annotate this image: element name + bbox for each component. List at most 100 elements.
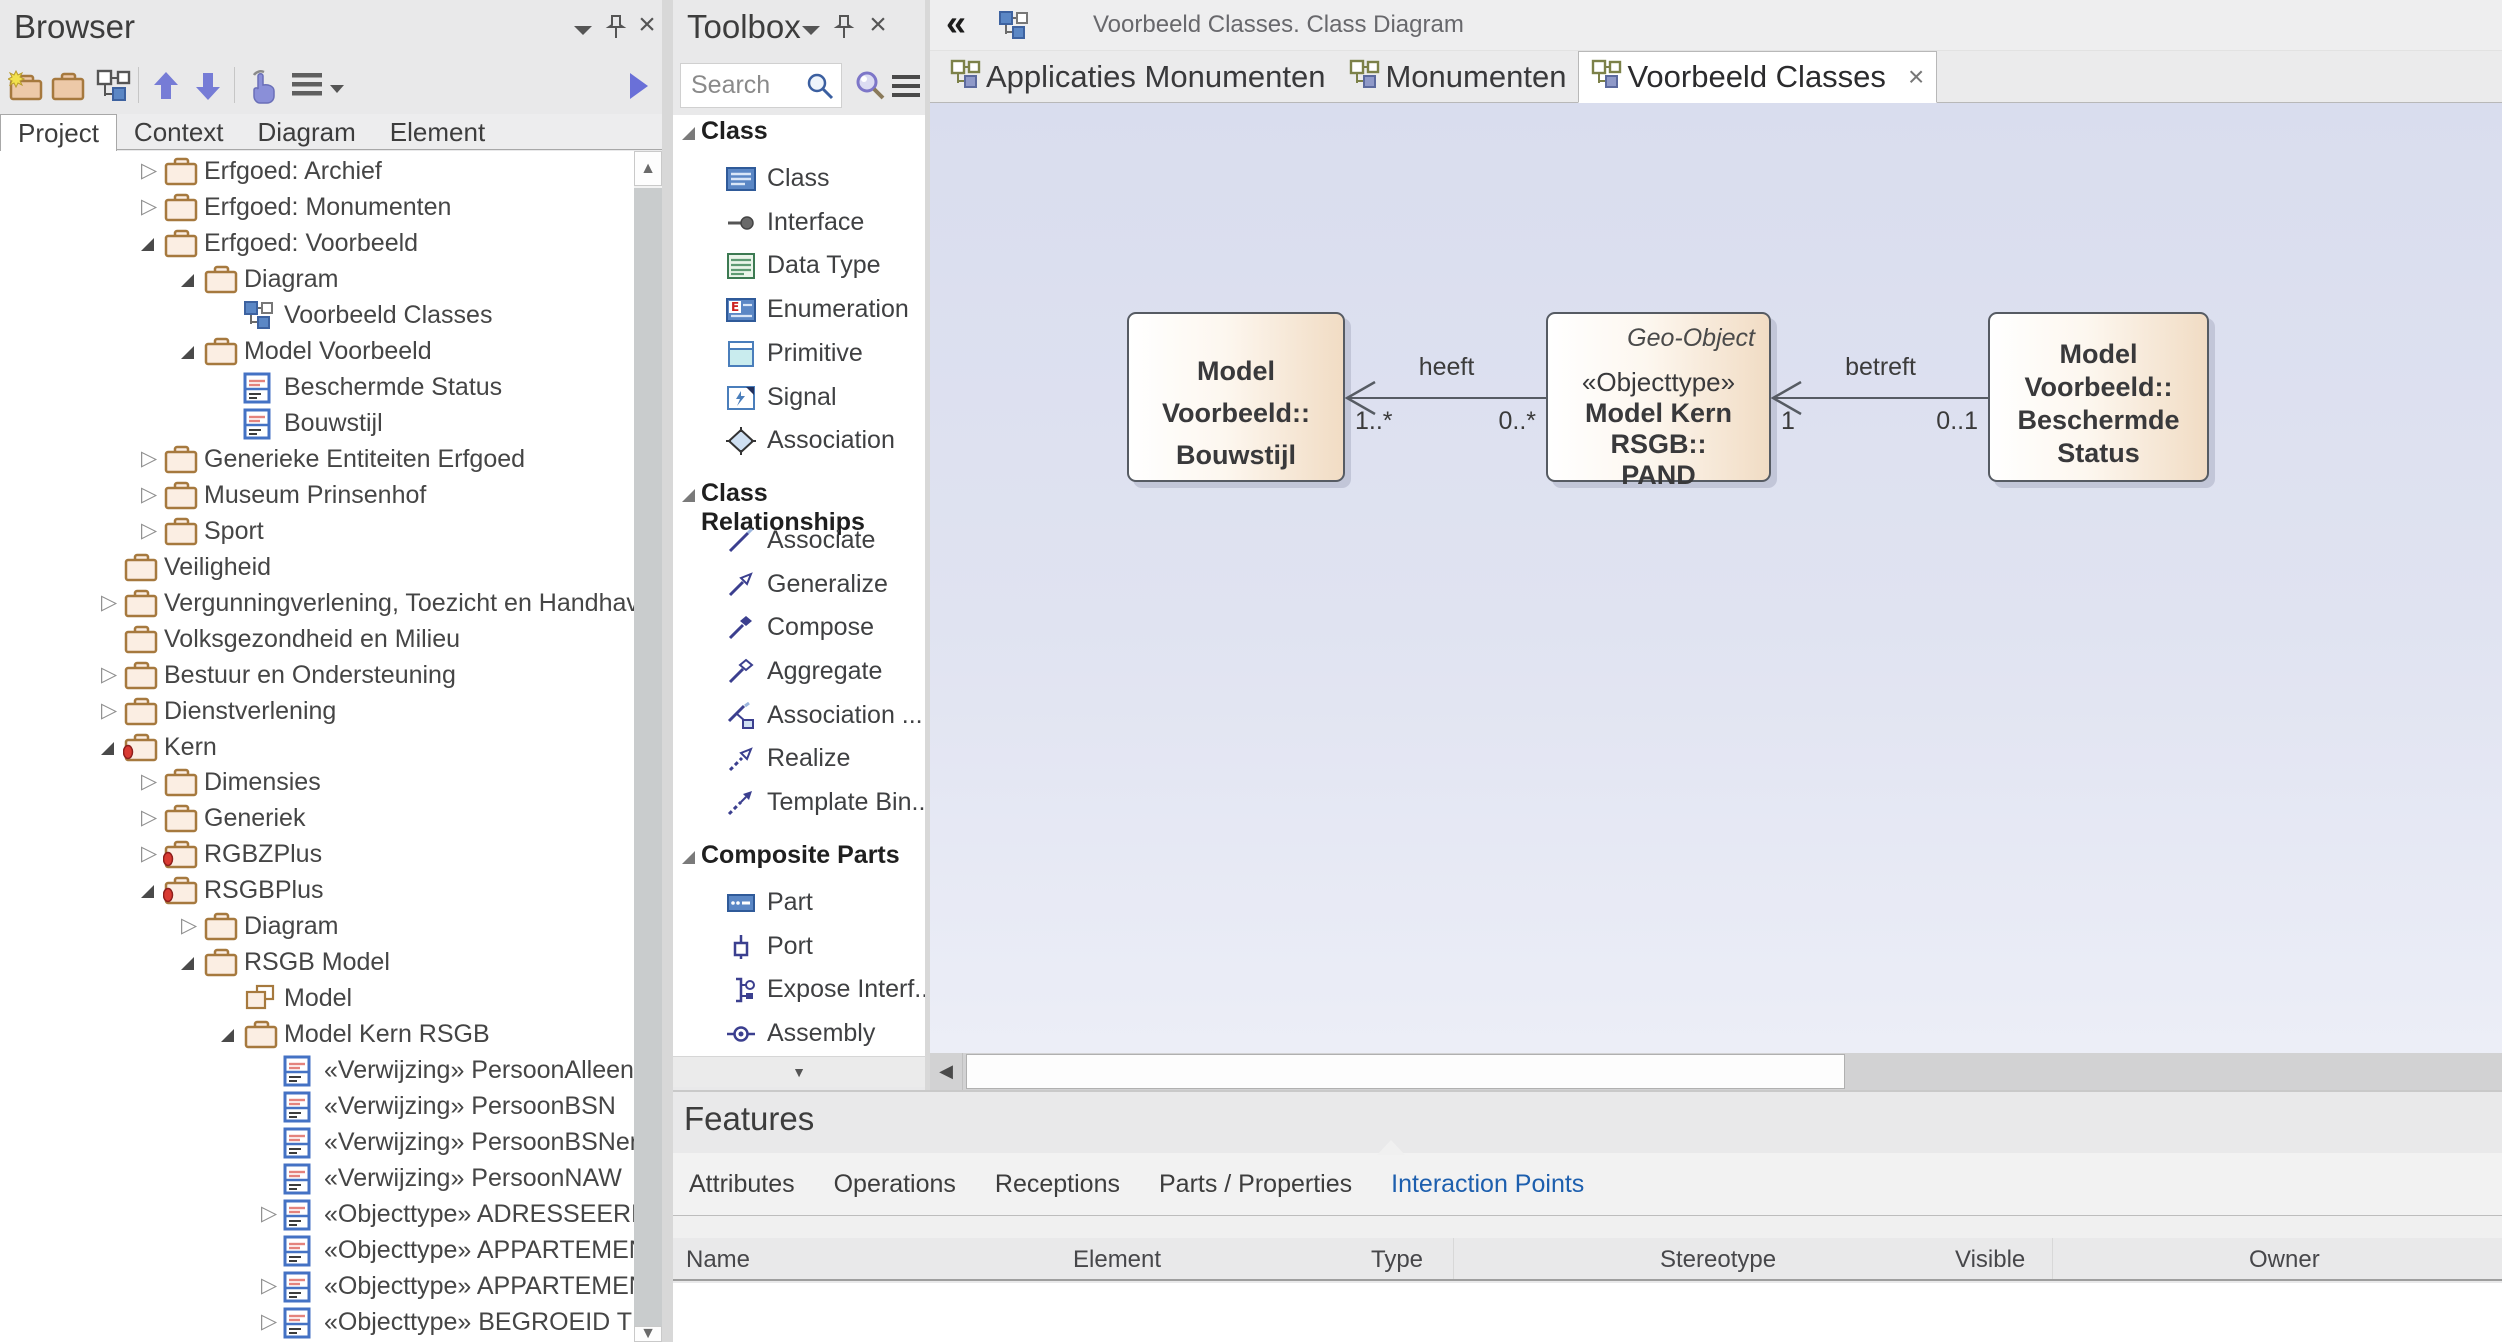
uml-class-bouwstijl[interactable]: Model Voorbeeld::Bouwstijl <box>1127 312 1345 482</box>
expand-icon[interactable]: ▷ <box>141 153 157 189</box>
expand-icon[interactable]: ▷ <box>141 513 157 549</box>
features-tab-receptions[interactable]: Receptions <box>995 1170 1120 1199</box>
uml-class-beschermde-status[interactable]: Model Voorbeeld::Beschermde Status <box>1988 312 2209 482</box>
toolbox-scroll-down[interactable]: ▼ <box>673 1056 925 1087</box>
expand-icon[interactable]: ▷ <box>141 764 157 800</box>
toolbox-item-aggregate[interactable]: Aggregate <box>673 650 925 694</box>
expand-icon[interactable]: ▷ <box>101 693 117 729</box>
diagram-view-icon[interactable] <box>96 69 130 101</box>
toolbox-item-signal[interactable]: Signal <box>673 376 925 420</box>
move-down-icon[interactable] <box>192 69 226 101</box>
expand-icon[interactable]: ▷ <box>261 1196 277 1232</box>
uml-class-pand[interactable]: Geo-Object«Objecttype»Model Kern RSGB::P… <box>1546 312 1771 482</box>
tree-item-dimensies[interactable]: ▷Dimensies <box>0 764 634 800</box>
tree-item-verwijzing-persoonbsn[interactable]: «Verwijzing» PersoonBSN <box>0 1088 634 1124</box>
folder-icon[interactable] <box>50 69 84 101</box>
expand-icon[interactable]: ▷ <box>141 441 157 477</box>
tree-item-rsgb-model[interactable]: RSGB Model <box>0 944 634 980</box>
tree-item-verwijzing-persoonbsnenn[interactable]: «Verwijzing» PersoonBSNenN <box>0 1124 634 1160</box>
tree-item-rsgbplus[interactable]: RSGBPlus <box>0 872 634 908</box>
expand-icon[interactable]: ▷ <box>141 189 157 225</box>
tree-item-voorbeeld-classes[interactable]: Voorbeeld Classes <box>0 297 634 333</box>
menu-caret-icon[interactable] <box>330 85 344 93</box>
toolbox-section-class-relationships[interactable]: Class Relationships <box>673 477 925 519</box>
toolbox-item-data-type[interactable]: Data Type <box>673 244 925 288</box>
hand-pointer-icon[interactable] <box>246 69 280 101</box>
column-header-stereotype[interactable]: Stereotype <box>1660 1246 1776 1274</box>
tree-item-kern[interactable]: Kern <box>0 729 634 765</box>
toolbox-item-port[interactable]: Port <box>673 925 925 969</box>
column-header-element[interactable]: Element <box>1073 1246 1161 1274</box>
browser-tab-diagram[interactable]: Diagram <box>241 114 373 150</box>
move-up-icon[interactable] <box>150 69 184 101</box>
tree-item-vergunningverlening-toezicht-en-handhavi[interactable]: ▷Vergunningverlening, Toezicht en Handha… <box>0 585 634 621</box>
tree-item-beschermde-status[interactable]: Beschermde Status <box>0 369 634 405</box>
tree-item-erfgoed-monumenten[interactable]: ▷Erfgoed: Monumenten <box>0 189 634 225</box>
expand-icon[interactable]: ▷ <box>141 800 157 836</box>
tree-item-sport[interactable]: ▷Sport <box>0 513 634 549</box>
toolbox-item-template-bin[interactable]: Template Bin... <box>673 781 925 825</box>
expand-play-icon[interactable] <box>624 69 658 101</box>
toolbox-pin-icon[interactable] <box>831 12 857 38</box>
toolbox-item-primitive[interactable]: Primitive <box>673 332 925 376</box>
expand-icon[interactable]: ▷ <box>181 908 197 944</box>
tree-item-objecttype-appartement[interactable]: ▷«Objecttype» APPARTEMENT <box>0 1268 634 1304</box>
expand-icon[interactable]: ▷ <box>141 477 157 513</box>
toolbox-close-icon[interactable]: × <box>865 13 891 39</box>
toolbox-item-association[interactable]: Association ... <box>673 694 925 738</box>
column-header-owner[interactable]: Owner <box>2249 1246 2320 1274</box>
collapse-icon[interactable] <box>101 742 114 755</box>
tree-item-objecttype-adresseerbaa[interactable]: ▷«Objecttype» ADRESSEERBAA <box>0 1196 634 1232</box>
toolbox-section-composite-parts[interactable]: Composite Parts <box>673 839 925 881</box>
browser-scrollbar[interactable]: ▲ ▼ <box>634 151 662 1342</box>
tree-item-erfgoed-archief[interactable]: ▷Erfgoed: Archief <box>0 153 634 189</box>
collapse-icon[interactable] <box>221 1029 234 1042</box>
tree-item-objecttype-appartement[interactable]: «Objecttype» APPARTEMENT <box>0 1232 634 1268</box>
tree-item-rgbzplus[interactable]: ▷RGBZPlus <box>0 836 634 872</box>
toolbox-item-compose[interactable]: Compose <box>673 606 925 650</box>
collapse-icon[interactable] <box>181 346 194 359</box>
tree-item-dienstverlening[interactable]: ▷Dienstverlening <box>0 693 634 729</box>
column-header-visible[interactable]: Visible <box>1955 1246 2025 1274</box>
tree-item-diagram[interactable]: Diagram <box>0 261 634 297</box>
tree-item-generiek[interactable]: ▷Generiek <box>0 800 634 836</box>
tree-item-verwijzing-persoonalleenn[interactable]: «Verwijzing» PersoonAlleenN <box>0 1052 634 1088</box>
browser-dropdown-icon[interactable] <box>570 18 596 44</box>
hscrollbar-thumb[interactable] <box>966 1054 1845 1089</box>
tree-item-volksgezondheid-en-milieu[interactable]: Volksgezondheid en Milieu <box>0 621 634 657</box>
diagram-canvas[interactable]: Model Voorbeeld::Bouwstijl Geo-Object«Obj… <box>930 103 2502 1053</box>
scroll-down-button[interactable]: ▼ <box>634 1326 662 1342</box>
browser-tab-context[interactable]: Context <box>117 114 241 150</box>
toolbox-item-assembly[interactable]: Assembly <box>673 1012 925 1056</box>
expand-icon[interactable]: ▷ <box>101 585 117 621</box>
collapse-icon[interactable] <box>181 274 194 287</box>
expand-icon[interactable]: ▷ <box>101 657 117 693</box>
toolbox-item-class[interactable]: Class <box>673 157 925 201</box>
scrollbar-thumb[interactable] <box>634 188 662 1326</box>
toolbox-menu-icon[interactable] <box>891 73 921 104</box>
tree-item-bestuur-en-ondersteuning[interactable]: ▷Bestuur en Ondersteuning <box>0 657 634 693</box>
scroll-left-button[interactable]: ◀ <box>930 1053 963 1090</box>
tree-item-bouwstijl[interactable]: Bouwstijl <box>0 405 634 441</box>
tree-item-diagram[interactable]: ▷Diagram <box>0 908 634 944</box>
tree-item-verwijzing-persoonnaw[interactable]: «Verwijzing» PersoonNAW <box>0 1160 634 1196</box>
collapse-icon[interactable] <box>141 238 154 251</box>
features-tab-interaction-points[interactable]: Interaction Points <box>1391 1170 1584 1199</box>
toolbox-item-interface[interactable]: Interface <box>673 201 925 245</box>
magnifier-zoom-icon[interactable] <box>853 69 887 108</box>
toolbox-item-part[interactable]: Part <box>673 881 925 925</box>
toolbox-section-class[interactable]: Class <box>673 115 925 157</box>
association-line-betreft[interactable] <box>1773 397 1988 399</box>
features-tab-parts-properties[interactable]: Parts / Properties <box>1159 1170 1352 1199</box>
new-model-folder-icon[interactable] <box>8 69 42 101</box>
expand-icon[interactable]: ▷ <box>141 836 157 872</box>
column-header-name[interactable]: Name <box>686 1246 750 1274</box>
browser-tab-project[interactable]: Project <box>0 114 117 151</box>
tree-item-generieke-entiteiten-erfgoed[interactable]: ▷Generieke Entiteiten Erfgoed <box>0 441 634 477</box>
tree-item-model[interactable]: Model <box>0 980 634 1016</box>
panel-splitter[interactable] <box>662 0 673 1342</box>
toolbox-item-generalize[interactable]: Generalize <box>673 563 925 607</box>
toolbox-item-associate[interactable]: Associate <box>673 519 925 563</box>
features-tab-operations[interactable]: Operations <box>834 1170 956 1199</box>
toolbox-item-realize[interactable]: Realize <box>673 737 925 781</box>
